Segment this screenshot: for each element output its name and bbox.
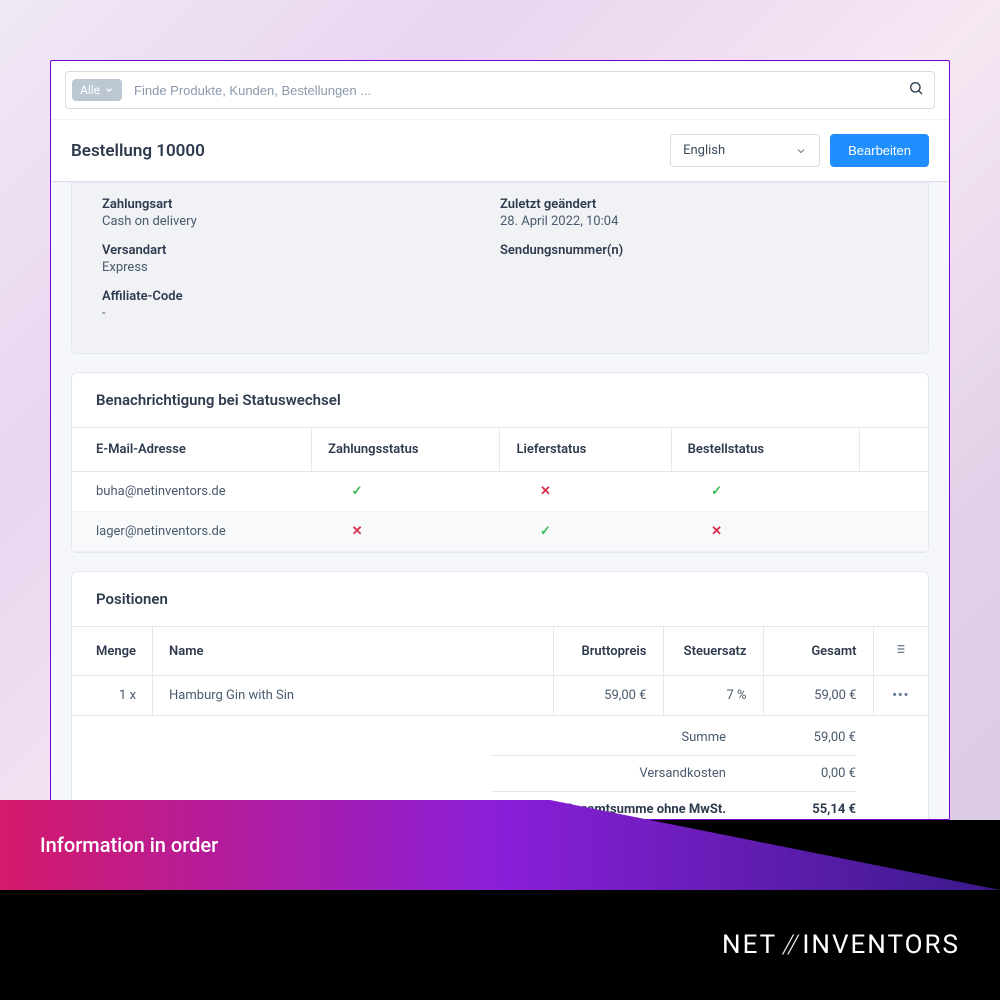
order-info-left: Zahlungsart Cash on delivery Versandart Exp… xyxy=(102,197,500,335)
cross-icon: ✕ xyxy=(711,524,722,539)
header-actions: English Bearbeiten xyxy=(670,134,929,167)
info-block: Affiliate-Code - xyxy=(102,289,500,321)
chevron-down-icon xyxy=(104,85,114,95)
info-block: Zahlungsart Cash on delivery xyxy=(102,197,500,229)
check-icon: ✓ xyxy=(352,484,363,499)
totals-value: 55,14 € xyxy=(766,802,856,817)
col-delivery: Lieferstatus xyxy=(500,428,671,472)
cell-email: lager@netinventors.de xyxy=(72,512,312,552)
brand-slashes: // xyxy=(783,930,796,960)
table-row: 1 xHamburg Gin with Sin59,00 €7 %59,00 €… xyxy=(72,676,928,716)
col-payment: Zahlungsstatus xyxy=(312,428,500,472)
cell-actions xyxy=(859,472,928,512)
caption-text: Information in order xyxy=(40,833,218,857)
totals-value: 59,00 € xyxy=(766,730,856,745)
info-block: Sendungsnummer(n) xyxy=(500,243,898,258)
cell-name: Hamburg Gin with Sin xyxy=(153,676,553,716)
page-title: Bestellung 10000 xyxy=(71,141,205,161)
notifications-title: Benachrichtigung bei Statuswechsel xyxy=(72,373,928,427)
check-icon: ✓ xyxy=(711,484,722,499)
status-no: ✕ xyxy=(500,472,671,512)
info-block: Versandart Express xyxy=(102,243,500,275)
col-total: Gesamt xyxy=(763,627,873,676)
col-email: E-Mail-Adresse xyxy=(72,428,312,472)
cell-tax: 7 % xyxy=(663,676,763,716)
list-icon[interactable] xyxy=(893,646,909,661)
search-filter-pill[interactable]: Alle xyxy=(72,79,122,101)
info-value: Express xyxy=(102,260,500,275)
col-actions xyxy=(859,428,928,472)
notifications-card: Benachrichtigung bei Statuswechsel E-Mai… xyxy=(71,372,929,553)
language-select[interactable]: English xyxy=(670,134,820,167)
search-icon[interactable] xyxy=(908,80,924,100)
cell-qty: 1 x xyxy=(72,676,153,716)
info-label: Affiliate-Code xyxy=(102,289,500,304)
col-menu xyxy=(873,627,928,676)
info-value: Cash on delivery xyxy=(102,214,500,229)
col-gross: Bruttopreis xyxy=(553,627,663,676)
check-icon: ✓ xyxy=(540,524,551,539)
info-block: Zuletzt geändert 28. April 2022, 10:04 xyxy=(500,197,898,229)
totals-row: Versandkosten0,00 € xyxy=(72,760,928,787)
positions-table: Menge Name Bruttopreis Steuersatz Gesamt… xyxy=(72,626,928,716)
cell-gross: 59,00 € xyxy=(553,676,663,716)
col-qty: Menge xyxy=(72,627,153,676)
table-row: lager@netinventors.de ✕ ✓ ✕ xyxy=(72,512,928,552)
status-yes: ✓ xyxy=(312,472,500,512)
app-panel: Alle Bestellung 10000 English Bearbeiten… xyxy=(50,60,950,820)
info-label: Sendungsnummer(n) xyxy=(500,243,898,258)
order-info-card: Zahlungsart Cash on delivery Versandart Exp… xyxy=(71,182,929,354)
page-header: Bestellung 10000 English Bearbeiten xyxy=(51,119,949,182)
order-info-right: Zuletzt geändert 28. April 2022, 10:04 Sen… xyxy=(500,197,898,335)
cell-total: 59,00 € xyxy=(763,676,873,716)
status-no: ✕ xyxy=(312,512,500,552)
status-yes: ✓ xyxy=(500,512,671,552)
totals-label: Versandkosten xyxy=(546,766,766,781)
brand-part2: INVENTORS xyxy=(802,930,960,960)
search-filter-label: Alle xyxy=(80,83,100,97)
info-label: Zuletzt geändert xyxy=(500,197,898,212)
col-tax: Steuersatz xyxy=(663,627,763,676)
col-order: Bestellstatus xyxy=(671,428,859,472)
cell-email: buha@netinventors.de xyxy=(72,472,312,512)
positions-card: Positionen Menge Name Bruttopreis Steuer… xyxy=(71,571,929,820)
info-label: Zahlungsart xyxy=(102,197,500,212)
totals-value: 0,00 € xyxy=(766,766,856,781)
cell-menu: ••• xyxy=(873,676,928,716)
status-no: ✕ xyxy=(671,512,859,552)
search-bar: Alle xyxy=(65,71,935,109)
content-area: Zahlungsart Cash on delivery Versandart Exp… xyxy=(51,182,949,820)
cell-actions xyxy=(859,512,928,552)
col-name: Name xyxy=(153,627,553,676)
brand-logo: NET // INVENTORS xyxy=(722,930,960,960)
cross-icon: ✕ xyxy=(540,484,551,499)
info-label: Versandart xyxy=(102,243,500,258)
brand-part1: NET xyxy=(722,930,777,960)
totals-label: Summe xyxy=(546,730,766,745)
more-icon[interactable]: ••• xyxy=(892,688,909,703)
info-value: - xyxy=(102,306,500,321)
totals-row: Summe59,00 € xyxy=(72,724,928,751)
search-input[interactable] xyxy=(122,83,908,98)
table-row: buha@netinventors.de ✓ ✕ ✓ xyxy=(72,472,928,512)
cross-icon: ✕ xyxy=(352,524,363,539)
info-value: 28. April 2022, 10:04 xyxy=(500,214,898,229)
edit-button[interactable]: Bearbeiten xyxy=(830,134,929,167)
language-select-label: English xyxy=(683,143,725,158)
chevron-down-icon xyxy=(795,145,807,157)
notifications-table: E-Mail-Adresse Zahlungsstatus Lieferstat… xyxy=(72,427,928,552)
status-yes: ✓ xyxy=(671,472,859,512)
positions-title: Positionen xyxy=(72,572,928,626)
